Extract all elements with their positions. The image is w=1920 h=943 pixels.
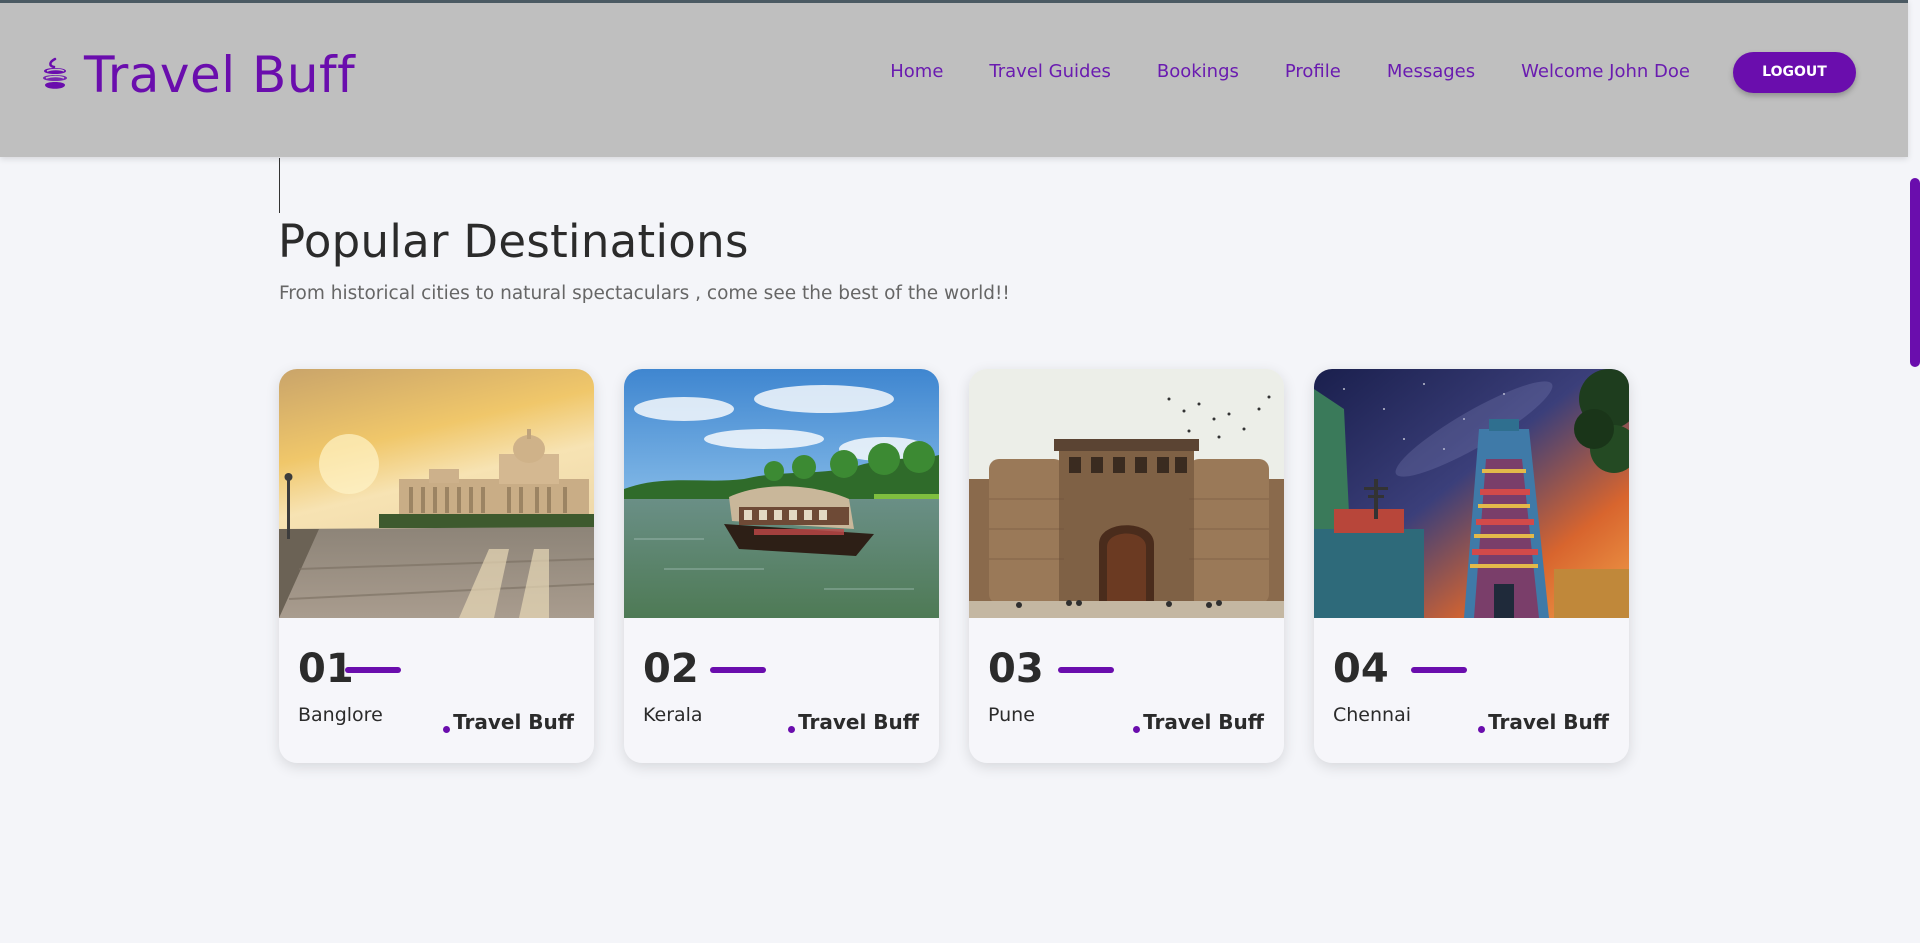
destination-card-kerala[interactable]: 02 Kerala Travel Buff	[624, 369, 939, 763]
nav-messages[interactable]: Messages	[1387, 50, 1475, 94]
section-subtitle: From historical cities to natural specta…	[279, 283, 1010, 304]
logout-button[interactable]: LOGOUT	[1733, 51, 1856, 93]
kerala-photo	[624, 369, 939, 618]
card-brand: Travel Buff	[1143, 710, 1264, 734]
brand-name[interactable]: Travel Buff	[84, 45, 355, 105]
card-body: 02 Kerala Travel Buff	[624, 618, 939, 763]
card-accent-bar	[710, 667, 766, 673]
card-brand: Travel Buff	[453, 710, 574, 734]
card-brand: Travel Buff	[1488, 710, 1609, 734]
card-city: Banglore	[298, 704, 383, 726]
text-cursor	[279, 158, 280, 213]
card-city: Chennai	[1333, 704, 1412, 726]
section-title: Popular Destinations	[278, 215, 749, 268]
card-brand: Travel Buff	[798, 710, 919, 734]
bullet-dot-icon	[788, 726, 795, 733]
nav-home[interactable]: Home	[890, 50, 943, 94]
card-city: Kerala	[643, 704, 703, 726]
card-body: 04 Chennai Travel Buff	[1314, 618, 1629, 763]
nav-profile[interactable]: Profile	[1285, 50, 1341, 94]
chennai-photo	[1314, 369, 1629, 618]
main-nav: Home Travel Guides Bookings Profile Mess…	[890, 50, 1856, 94]
banglore-photo	[279, 369, 594, 618]
card-body: 01 Banglore Travel Buff	[279, 618, 594, 763]
destination-card-chennai[interactable]: 04 Chennai Travel Buff	[1314, 369, 1629, 763]
card-body: 03 Pune Travel Buff	[969, 618, 1284, 763]
card-number: 03	[988, 646, 1044, 692]
nav-bookings[interactable]: Bookings	[1157, 50, 1239, 94]
swirl-logo-icon	[43, 57, 67, 89]
destination-card-banglore[interactable]: 01 Banglore Travel Buff	[279, 369, 594, 763]
bullet-dot-icon	[443, 726, 450, 733]
card-accent-bar	[1058, 667, 1114, 673]
card-accent-bar	[1411, 667, 1467, 673]
top-header: Travel Buff Home Travel Guides Bookings …	[0, 0, 1908, 157]
bullet-dot-icon	[1133, 726, 1140, 733]
card-city: Pune	[988, 704, 1035, 726]
nav-welcome-user[interactable]: Welcome John Doe	[1521, 50, 1690, 94]
bullet-dot-icon	[1478, 726, 1485, 733]
brand-logo-link[interactable]: Travel Buff	[38, 45, 355, 105]
nav-travel-guides[interactable]: Travel Guides	[989, 50, 1110, 94]
pune-photo	[969, 369, 1284, 618]
card-number: 02	[643, 646, 699, 692]
destination-card-pune[interactable]: 03 Pune Travel Buff	[969, 369, 1284, 763]
card-number: 04	[1333, 646, 1389, 692]
scrollbar-thumb[interactable]	[1910, 178, 1920, 367]
card-accent-bar	[345, 667, 401, 673]
